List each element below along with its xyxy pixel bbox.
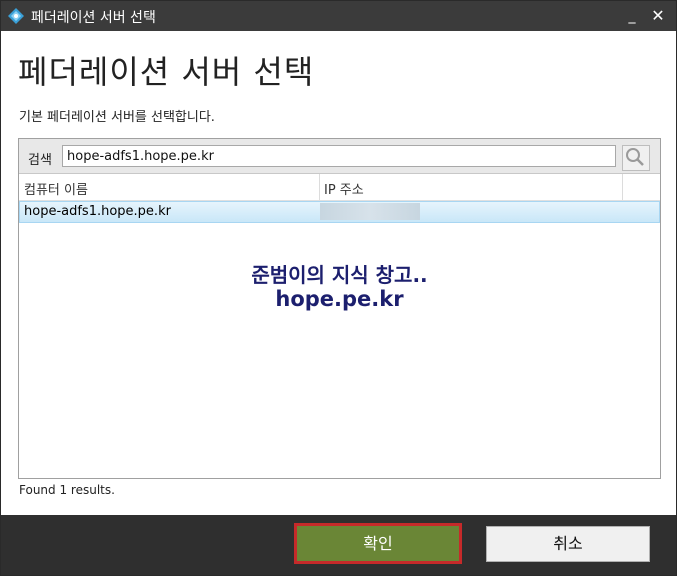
page-subtitle: 기본 페더레이션 서버를 선택합니다. <box>19 110 215 125</box>
watermark-url: hope.pe.kr <box>275 287 404 311</box>
search-button[interactable] <box>622 145 650 171</box>
search-label: 검색 <box>28 153 52 168</box>
search-bar: 검색 <box>19 139 660 174</box>
table-row[interactable]: hope-adfs1.hope.pe.kr <box>19 201 660 223</box>
close-button[interactable]: ✕ <box>647 6 669 26</box>
title-bar[interactable]: 페더레이션 서버 선택 _ ✕ <box>1 1 676 31</box>
dialog-content: 페더레이션 서버 선택 기본 페더레이션 서버를 선택합니다. 검색 컴퓨터 이… <box>1 31 676 515</box>
watermark-text: 준범이의 지식 창고.. <box>251 263 428 287</box>
adfs-app-icon <box>8 8 24 24</box>
column-divider <box>622 174 623 200</box>
ip-address-cell-redacted <box>320 203 420 220</box>
results-status: Found 1 results. <box>19 483 115 497</box>
server-name-cell: hope-adfs1.hope.pe.kr <box>24 204 171 219</box>
minimize-button[interactable]: _ <box>621 6 643 26</box>
column-ip-address[interactable]: IP 주소 <box>324 179 364 198</box>
column-divider <box>319 174 320 200</box>
table-header: 컴퓨터 이름 IP 주소 <box>19 174 660 201</box>
search-input[interactable] <box>62 145 616 167</box>
window-title: 페더레이션 서버 선택 <box>31 10 156 26</box>
cancel-button[interactable]: 취소 <box>486 526 650 562</box>
page-title: 페더레이션 서버 선택 <box>18 53 315 91</box>
server-list-panel: 검색 컴퓨터 이름 IP 주소 hope-adfs1.hope.pe.kr <box>18 138 661 479</box>
search-icon <box>626 148 644 166</box>
column-computer-name[interactable]: 컴퓨터 이름 <box>24 179 88 198</box>
dialog-footer: 확인 취소 <box>1 515 676 575</box>
federation-server-dialog: 페더레이션 서버 선택 _ ✕ 페더레이션 서버 선택 기본 페더레이션 서버를… <box>0 0 677 576</box>
ok-button[interactable]: 확인 <box>294 523 462 564</box>
